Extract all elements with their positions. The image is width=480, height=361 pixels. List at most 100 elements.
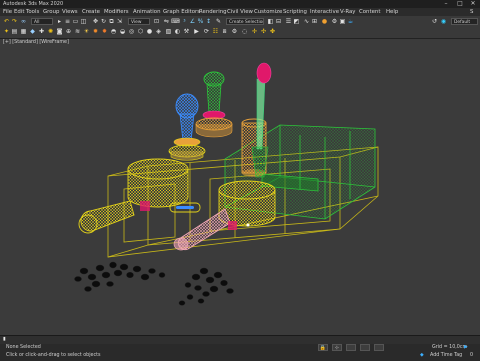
vray-tool-c-icon[interactable]: ✤ — [269, 28, 276, 35]
menu-tools[interactable]: Tools — [26, 8, 39, 16]
material-editor-icon[interactable]: ● — [321, 18, 328, 25]
menu-modifiers[interactable]: Modifiers — [104, 8, 129, 16]
vray-plane-icon[interactable]: ⬡ — [137, 28, 144, 35]
percent-snap-icon[interactable]: % — [197, 18, 204, 25]
prompt-line: Click or click-and-drag to select object… — [6, 353, 101, 358]
vray-tools-icon[interactable]: ⚒ — [183, 28, 190, 35]
vray-mesh-icon[interactable]: ◈ — [155, 28, 162, 35]
vray-light-icon[interactable]: ☀ — [83, 28, 90, 35]
camera-icon[interactable]: ◙ — [56, 28, 63, 35]
menu-content[interactable]: Content — [359, 8, 380, 16]
menu-edit[interactable]: Edit — [14, 8, 24, 16]
menu-customize[interactable]: Customize — [254, 8, 282, 16]
render-production-icon[interactable]: ☕ — [347, 18, 354, 25]
vray-sphere-icon[interactable]: ● — [146, 28, 153, 35]
select-by-name-icon[interactable]: ≡ — [64, 18, 71, 25]
y-coord-field[interactable] — [360, 344, 370, 351]
angle-snap-icon[interactable]: ∠ — [189, 18, 196, 25]
vray-denoise-icon[interactable]: ◌ — [241, 28, 248, 35]
workspace-icon[interactable]: ◉ — [440, 18, 447, 25]
pivot-gizmo — [246, 223, 250, 227]
vray-render-icon[interactable]: ▶ — [193, 28, 200, 35]
select-move-icon[interactable]: ✥ — [92, 18, 99, 25]
time-tag-icon[interactable]: ◆ — [420, 353, 424, 358]
menu-civil-view[interactable]: Civil View — [227, 8, 253, 16]
maximize-button[interactable]: □ — [454, 0, 466, 8]
mirror-icon[interactable]: ◧ — [267, 18, 274, 25]
minimize-button[interactable]: – — [440, 0, 452, 8]
link-icon[interactable]: ∞ — [20, 18, 27, 25]
edit-named-selection-icon[interactable]: ✎ — [215, 18, 222, 25]
menu-help[interactable]: Help — [386, 8, 398, 16]
align-icon[interactable]: ⊟ — [275, 18, 282, 25]
select-rotate-icon[interactable]: ↻ — [100, 18, 107, 25]
filter-dropdown[interactable]: All — [31, 18, 53, 25]
vray-sun-icon[interactable]: ✹ — [92, 28, 99, 35]
menu-vray[interactable]: V-Ray — [340, 8, 355, 16]
menu-create[interactable]: Create — [82, 8, 100, 16]
open-file-icon[interactable]: ▤ — [11, 28, 18, 35]
light-icon[interactable]: ✺ — [47, 28, 54, 35]
vray-settings-icon[interactable]: ⚙ — [231, 28, 238, 35]
keyboard-shortcut-icon[interactable]: ⌨ — [171, 18, 180, 25]
x-coord-field[interactable] — [346, 344, 356, 351]
vray-proxy-icon[interactable]: ◒ — [119, 28, 126, 35]
lock-selection-icon[interactable]: 🔒 — [318, 344, 328, 351]
menu-file[interactable]: File — [3, 8, 12, 16]
menu-interactive[interactable]: Interactive — [310, 8, 339, 16]
menu-group[interactable]: Group — [43, 8, 59, 16]
vray-frame-buffer-icon[interactable]: ▧ — [165, 28, 172, 35]
undo-scene-icon[interactable]: ↺ — [431, 18, 438, 25]
menu-scripting[interactable]: Scripting — [283, 8, 307, 16]
select-object-icon[interactable]: ▸ — [56, 18, 63, 25]
menu-bar: File Edit Tools Group Views Create Modif… — [0, 8, 480, 16]
vray-lister-icon[interactable]: ☷ — [212, 28, 219, 35]
menu-views[interactable]: Views — [62, 8, 78, 16]
absolute-mode-icon[interactable]: ⊹ — [332, 344, 342, 351]
curve-editor-icon[interactable]: ∿ — [303, 18, 310, 25]
menu-rendering[interactable]: Rendering — [199, 8, 227, 16]
vray-fur-icon[interactable]: ◎ — [128, 28, 135, 35]
cube-icon[interactable]: ◆ — [29, 28, 36, 35]
window-crossing-icon[interactable]: ◫ — [80, 18, 87, 25]
z-coord-field[interactable] — [374, 344, 384, 351]
create-shapes-icon[interactable]: ✚ — [38, 28, 45, 35]
auto-key-icon[interactable]: ▶ — [464, 345, 468, 350]
vray-stereo-icon[interactable]: ⧈ — [221, 28, 228, 35]
vray-physical-camera-icon[interactable]: ✸ — [101, 28, 108, 35]
schematic-view-icon[interactable]: ⊞ — [311, 18, 318, 25]
mirror-tool-icon[interactable]: ⇋ — [163, 18, 170, 25]
workspace-menu-partial[interactable]: S — [470, 8, 473, 16]
add-time-tag[interactable]: Add Time Tag — [430, 353, 462, 358]
toggle-scene-explorer-icon[interactable]: ☰ — [285, 18, 292, 25]
undo-icon[interactable]: ↶ — [3, 18, 10, 25]
spinner-snap-icon[interactable]: ↕ — [205, 18, 212, 25]
select-scale-icon[interactable]: ⧉ — [108, 18, 115, 25]
maxscript-listener-icon[interactable]: ▮ — [3, 337, 6, 342]
redo-icon[interactable]: ↷ — [11, 18, 18, 25]
toggle-layer-explorer-icon[interactable]: ◩ — [293, 18, 300, 25]
current-time[interactable]: 0 — [470, 353, 473, 358]
rect-selection-icon[interactable]: ▭ — [72, 18, 79, 25]
pivot-center-icon[interactable]: ⊡ — [153, 18, 160, 25]
vray-scene-converter-icon[interactable]: ⟳ — [203, 28, 210, 35]
menu-animation[interactable]: Animation — [133, 8, 160, 16]
snaps-toggle-icon[interactable]: ᶾ — [181, 18, 188, 25]
render-setup-icon[interactable]: ⚙ — [331, 18, 338, 25]
vray-material-icon[interactable]: ◐ — [174, 28, 181, 35]
helpers-icon[interactable]: ⊕ — [65, 28, 72, 35]
space-warps-icon[interactable]: ≋ — [74, 28, 81, 35]
menu-graph-editors[interactable]: Graph Editors — [163, 8, 200, 16]
perspective-viewport[interactable]: [+] [Standard] [WireFrame] — [0, 39, 480, 335]
vray-dome-icon[interactable]: ◓ — [110, 28, 117, 35]
reference-coordinate-dropdown[interactable]: View — [128, 18, 150, 25]
vray-tool-a-icon[interactable]: ✢ — [251, 28, 258, 35]
named-selection-set-dropdown[interactable]: Create Selection Se — [226, 18, 264, 25]
workspace-dropdown[interactable]: Default — [451, 18, 478, 25]
close-button[interactable]: ✕ — [467, 0, 479, 8]
place-icon[interactable]: ⇲ — [116, 18, 123, 25]
rendered-frame-window-icon[interactable]: ▣ — [339, 18, 346, 25]
new-scene-icon[interactable]: ✦ — [3, 28, 10, 35]
grid-icon[interactable]: ▦ — [20, 28, 27, 35]
vray-tool-b-icon[interactable]: ✣ — [260, 28, 267, 35]
